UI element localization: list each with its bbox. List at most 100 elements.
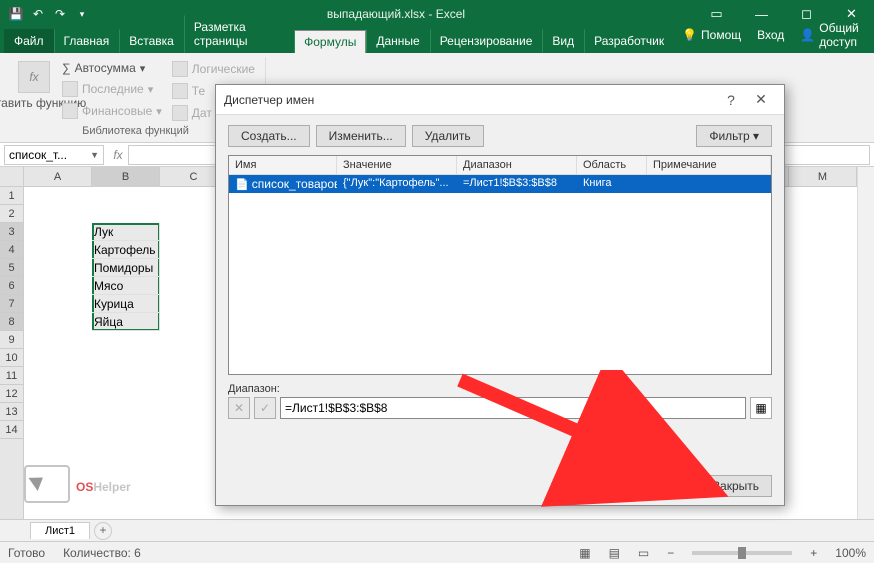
cell[interactable]: Картофель [92, 241, 160, 259]
text-icon [172, 83, 188, 99]
qat-dropdown-icon[interactable]: ▾ [74, 6, 90, 22]
autosum-button[interactable]: ∑Автосумма ▾ [58, 59, 166, 77]
status-count: Количество: 6 [63, 546, 141, 560]
edit-button[interactable]: Изменить... [316, 125, 406, 147]
status-bar: Готово Количество: 6 ▦ ▤ ▭ − + 100% [0, 541, 874, 563]
list-item[interactable]: 📄 список_товаров {"Лук":"Картофель"... =… [229, 175, 771, 193]
zoom-slider[interactable] [692, 551, 792, 555]
lightbulb-icon: 💡 [682, 28, 697, 42]
names-list: Имя Значение Диапазон Область Примечание… [228, 155, 772, 375]
cell[interactable]: Яйца [92, 313, 160, 331]
chevron-down-icon[interactable]: ▼ [90, 150, 99, 160]
tab-home[interactable]: Главная [54, 29, 120, 53]
save-icon[interactable]: 💾 [8, 6, 24, 22]
filter-button[interactable]: Фильтр ▾ [696, 125, 772, 147]
person-icon: 👤 [800, 28, 815, 42]
cancel-edit-icon[interactable]: ✕ [228, 397, 250, 419]
dialog-title: Диспетчер имен [224, 93, 716, 107]
view-normal-icon[interactable]: ▦ [579, 546, 590, 560]
sheet-tab-bar: Лист1 + [0, 519, 874, 541]
close-button[interactable]: Закрыть [700, 475, 772, 497]
financial-button[interactable]: Финансовые ▾ [58, 101, 166, 121]
tab-review[interactable]: Рецензирование [430, 29, 543, 53]
row-header[interactable]: 9 [0, 331, 23, 349]
logical-button[interactable]: Логические [168, 59, 259, 79]
sheet-tab[interactable]: Лист1 [30, 522, 90, 539]
row-header[interactable]: 1 [0, 187, 23, 205]
cell-scope: Книга [577, 175, 647, 193]
recent-icon [62, 81, 78, 97]
row-header[interactable]: 10 [0, 349, 23, 367]
sign-in[interactable]: Вход [749, 24, 792, 46]
zoom-out-icon[interactable]: − [667, 546, 674, 560]
watermark: OSHelper [24, 465, 131, 503]
view-page-icon[interactable]: ▤ [609, 546, 620, 560]
cell[interactable]: Помидоры [92, 259, 160, 277]
row-header[interactable]: 8 [0, 313, 23, 331]
add-sheet-button[interactable]: + [94, 522, 112, 540]
tab-formulas[interactable]: Формулы [294, 30, 366, 53]
cell[interactable]: Лук [92, 223, 160, 241]
row-header[interactable]: 4 [0, 241, 23, 259]
date-icon [172, 105, 188, 121]
tell-me[interactable]: 💡Помощ [674, 24, 749, 46]
tab-page-layout[interactable]: Разметка страницы [184, 15, 294, 53]
range-label: Диапазон: [228, 383, 772, 395]
cell-note [647, 175, 771, 193]
vertical-scrollbar[interactable] [857, 167, 874, 519]
row-header[interactable]: 7 [0, 295, 23, 313]
quick-access-toolbar: 💾 ↶ ↷ ▾ [0, 6, 98, 22]
zoom-in-icon[interactable]: + [810, 546, 817, 560]
col-value[interactable]: Значение [337, 156, 457, 174]
cell-range: =Лист1!$B$3:$B$8 [457, 175, 577, 193]
name-box[interactable]: список_т...▼ [4, 145, 104, 165]
name-manager-dialog: Диспетчер имен ? ✕ Создать... Изменить..… [215, 84, 785, 506]
view-break-icon[interactable]: ▭ [638, 546, 649, 560]
undo-icon[interactable]: ↶ [30, 6, 46, 22]
status-ready: Готово [8, 546, 45, 560]
col-header[interactable]: B [92, 167, 160, 187]
fx-button[interactable]: fx [108, 148, 128, 162]
recent-button[interactable]: Последние ▾ [58, 79, 166, 99]
share-button[interactable]: 👤Общий доступ [792, 17, 868, 53]
row-header[interactable]: 12 [0, 385, 23, 403]
row-header[interactable]: 11 [0, 367, 23, 385]
row-header[interactable]: 3 [0, 223, 23, 241]
range-picker-icon[interactable]: ▦ [750, 397, 772, 419]
col-header[interactable]: M [789, 167, 857, 187]
col-header[interactable]: A [24, 167, 92, 187]
tab-insert[interactable]: Вставка [119, 29, 184, 53]
delete-button[interactable]: Удалить [412, 125, 484, 147]
cell[interactable]: Курица [92, 295, 160, 313]
fx-icon: fx [18, 61, 50, 93]
zoom-level[interactable]: 100% [835, 546, 866, 560]
select-all-corner[interactable] [0, 167, 24, 187]
row-header[interactable]: 14 [0, 421, 23, 439]
cell-value: {"Лук":"Картофель"... [337, 175, 457, 193]
cell[interactable]: Мясо [92, 277, 160, 295]
col-range[interactable]: Диапазон [457, 156, 577, 174]
cell-name: 📄 список_товаров [229, 175, 337, 193]
range-input[interactable] [280, 397, 746, 419]
logical-icon [172, 61, 188, 77]
financial-icon [62, 103, 78, 119]
tab-data[interactable]: Данные [366, 29, 429, 53]
tab-file[interactable]: Файл [4, 29, 54, 53]
help-icon[interactable]: ? [716, 92, 746, 108]
sigma-icon: ∑ [62, 61, 71, 75]
tab-developer[interactable]: Разработчик [584, 29, 674, 53]
row-header[interactable]: 2 [0, 205, 23, 223]
col-name[interactable]: Имя [229, 156, 337, 174]
col-note[interactable]: Примечание [647, 156, 771, 174]
row-header[interactable]: 6 [0, 277, 23, 295]
create-button[interactable]: Создать... [228, 125, 310, 147]
row-header[interactable]: 5 [0, 259, 23, 277]
redo-icon[interactable]: ↷ [52, 6, 68, 22]
cursor-frame-icon [24, 465, 70, 503]
insert-function-button[interactable]: fxВставить функцию [12, 59, 56, 123]
dialog-close-icon[interactable]: ✕ [746, 91, 776, 108]
accept-edit-icon[interactable]: ✓ [254, 397, 276, 419]
tab-view[interactable]: Вид [542, 29, 584, 53]
row-header[interactable]: 13 [0, 403, 23, 421]
col-scope[interactable]: Область [577, 156, 647, 174]
